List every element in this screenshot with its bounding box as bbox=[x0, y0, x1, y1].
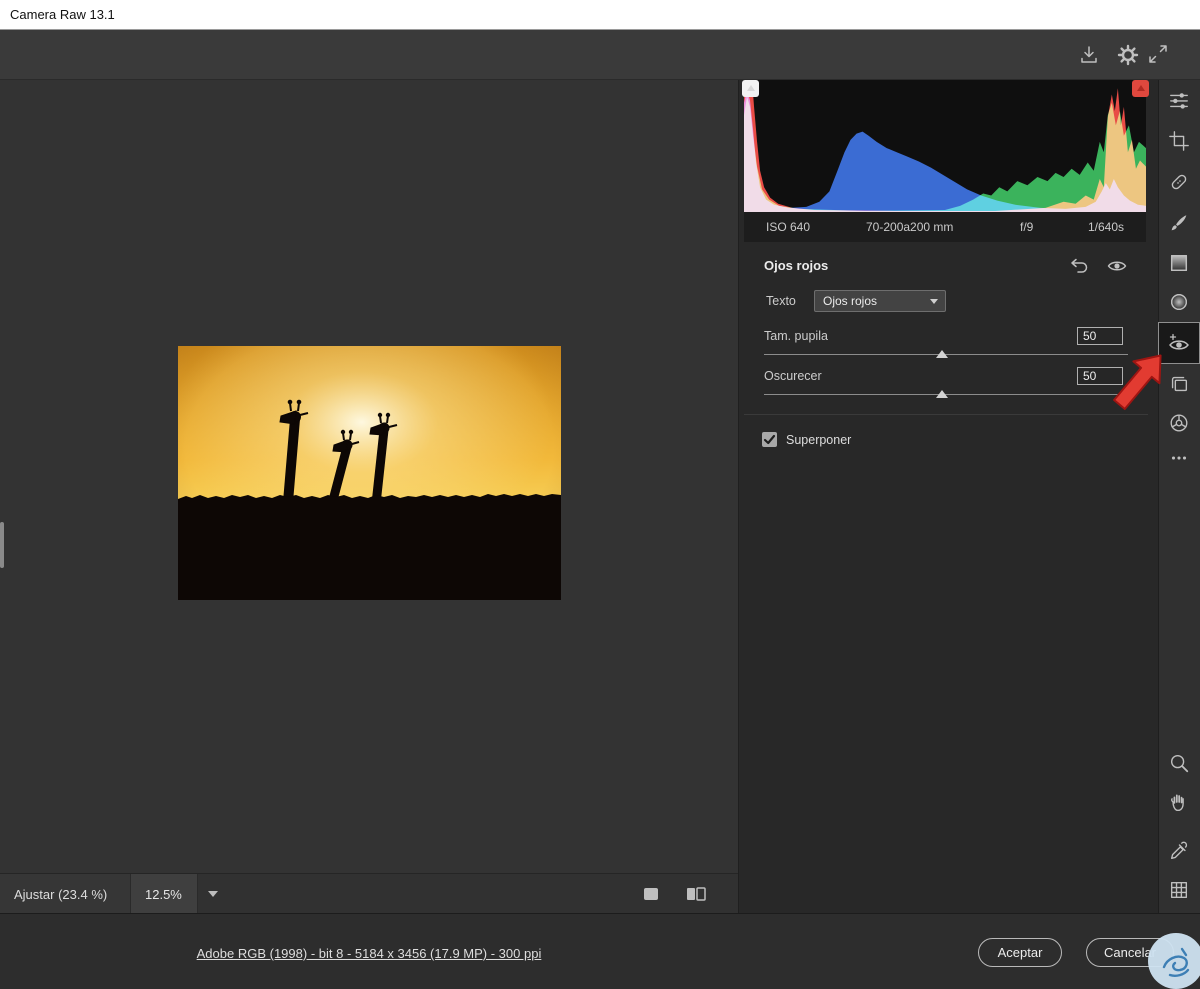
image-canvas[interactable] bbox=[0, 80, 738, 873]
accept-button[interactable]: Aceptar bbox=[978, 938, 1062, 967]
save-image-icon[interactable] bbox=[1077, 43, 1101, 67]
darken-value[interactable]: 50 bbox=[1077, 367, 1123, 385]
photo-preview[interactable] bbox=[178, 346, 561, 600]
iso-value: ISO 640 bbox=[766, 220, 810, 234]
current-zoom-tab[interactable]: 12.5% bbox=[130, 874, 198, 914]
color-sampler-icon[interactable] bbox=[1159, 831, 1199, 871]
zoom-value: 12.5% bbox=[145, 887, 182, 902]
before-after-view-icon[interactable] bbox=[684, 885, 708, 903]
zoom-tool-icon[interactable] bbox=[1159, 743, 1199, 783]
highlight-clipping-indicator[interactable] bbox=[1132, 80, 1149, 97]
radial-filter-icon[interactable] bbox=[1159, 282, 1199, 322]
eye-visibility-icon[interactable] bbox=[1106, 257, 1128, 275]
pupil-size-label: Tam. pupila bbox=[764, 329, 828, 343]
redeye-type-dropdown[interactable]: Ojos rojos bbox=[814, 290, 946, 312]
chevron-down-icon bbox=[930, 299, 938, 304]
histogram[interactable] bbox=[744, 80, 1146, 212]
shadow-clipping-indicator[interactable] bbox=[742, 80, 759, 97]
workflow-options-link[interactable]: Adobe RGB (1998) - bit 8 - 5184 x 3456 (… bbox=[197, 946, 542, 961]
grid-overlay-icon[interactable] bbox=[1159, 870, 1199, 910]
preferences-gear-icon[interactable] bbox=[1116, 43, 1140, 67]
adjustment-brush-icon[interactable] bbox=[1159, 203, 1199, 243]
darken-label: Oscurecer bbox=[764, 369, 822, 383]
canvas-status-bar: Ajustar (23.4 %) 12.5% bbox=[0, 873, 738, 913]
shutter-value: 1/640s bbox=[1088, 220, 1124, 234]
red-eye-tool-icon[interactable] bbox=[1159, 323, 1199, 363]
fit-zoom-tab[interactable]: Ajustar (23.4 %) bbox=[0, 874, 130, 914]
canvas-scrollbar[interactable] bbox=[0, 522, 4, 568]
overlay-checkbox[interactable] bbox=[762, 432, 777, 447]
color-wheel-icon[interactable] bbox=[1159, 403, 1199, 443]
top-toolbar bbox=[0, 30, 1200, 80]
title-bar: Camera Raw 13.1 bbox=[0, 0, 1200, 30]
toggle-fullscreen-icon[interactable] bbox=[1146, 42, 1170, 66]
pupil-size-value[interactable]: 50 bbox=[1077, 327, 1123, 345]
sunset-giraffe-photo bbox=[178, 346, 561, 600]
camera-raw-window: Camera Raw 13.1 bbox=[0, 0, 1200, 989]
single-view-icon[interactable] bbox=[641, 885, 661, 903]
panel-separator bbox=[744, 414, 1148, 415]
fit-zoom-label: Ajustar (23.4 %) bbox=[14, 887, 107, 902]
aperture-value: f/9 bbox=[1020, 220, 1033, 234]
crop-icon[interactable] bbox=[1159, 121, 1199, 161]
texto-label: Texto bbox=[766, 294, 796, 308]
pupil-size-slider-thumb[interactable] bbox=[936, 350, 948, 358]
watermark-logo bbox=[1144, 929, 1200, 989]
chevron-down-icon bbox=[208, 891, 218, 897]
footer-bar: Adobe RGB (1998) - bit 8 - 5184 x 3456 (… bbox=[0, 913, 1200, 989]
undo-icon[interactable] bbox=[1068, 256, 1090, 276]
overlay-label: Superponer bbox=[786, 433, 851, 447]
workflow-options[interactable]: Adobe RGB (1998) - bit 8 - 5184 x 3456 (… bbox=[0, 945, 738, 963]
panel-title: Ojos rojos bbox=[764, 258, 828, 273]
lens-value: 70-200a200 mm bbox=[866, 220, 953, 234]
zoom-dropdown-button[interactable] bbox=[200, 874, 226, 914]
exif-metadata-row: ISO 640 70-200a200 mm f/9 1/640s bbox=[744, 212, 1146, 242]
graduated-filter-icon[interactable] bbox=[1159, 243, 1199, 283]
more-options-icon[interactable] bbox=[1159, 438, 1199, 478]
window-title: Camera Raw 13.1 bbox=[10, 7, 115, 22]
darken-slider-thumb[interactable] bbox=[936, 390, 948, 398]
hand-tool-icon[interactable] bbox=[1159, 782, 1199, 822]
spot-removal-icon[interactable] bbox=[1159, 162, 1199, 202]
redeye-type-value: Ojos rojos bbox=[823, 294, 877, 308]
presets-icon[interactable] bbox=[1159, 364, 1199, 404]
edit-sliders-icon[interactable] bbox=[1159, 80, 1199, 120]
